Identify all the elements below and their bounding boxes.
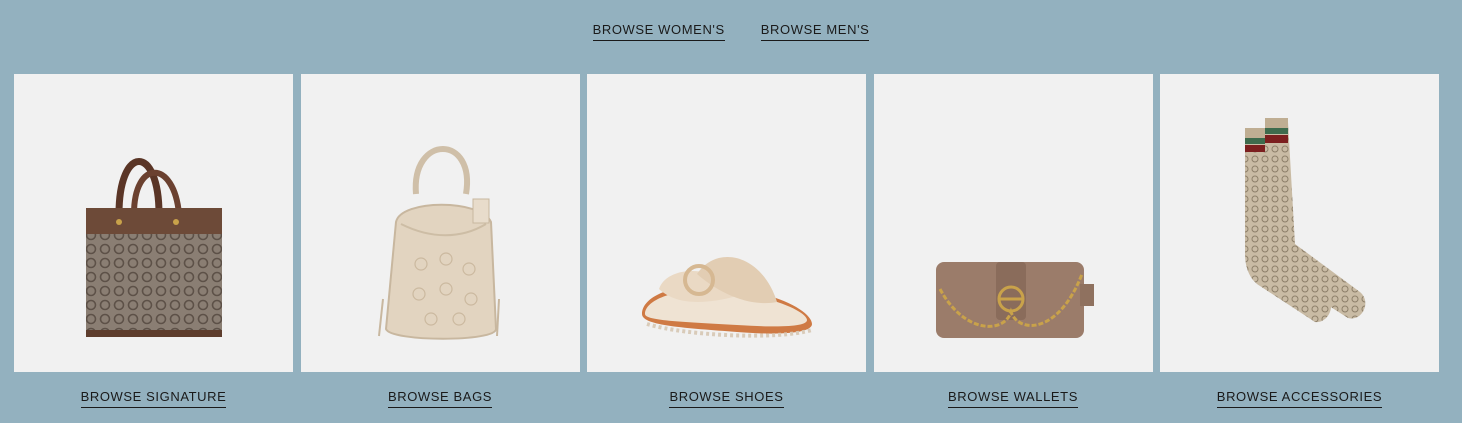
signature-tote-icon [86, 158, 222, 337]
browse-wallets-link[interactable]: BROWSE WALLETS [948, 389, 1078, 408]
browse-accessories-link[interactable]: BROWSE ACCESSORIES [1216, 389, 1383, 408]
category-image-accessories[interactable] [1160, 74, 1439, 372]
top-navigation: BROWSE WOMEN'S BROWSE MEN'S [0, 22, 1462, 41]
shearling-sandal-icon [642, 257, 813, 338]
category-card-accessories: BROWSE ACCESSORIES [1160, 74, 1439, 408]
chain-crossbody-icon [935, 262, 1094, 338]
category-image-signature[interactable] [14, 74, 293, 372]
category-card-bags: BROWSE BAGS [300, 74, 580, 408]
category-image-bags[interactable] [300, 74, 580, 372]
category-grid: BROWSE SIGNATURE BROWSE BAGS BROWSE SHOE… [14, 74, 1439, 408]
category-card-shoes: BROWSE SHOES [587, 74, 866, 408]
browse-bags-link[interactable]: BROWSE BAGS [387, 389, 493, 408]
category-card-wallets: BROWSE WALLETS [873, 74, 1153, 408]
bucket-bag-icon [377, 146, 500, 340]
browse-shoes-link[interactable]: BROWSE SHOES [669, 389, 784, 408]
browse-signature-link[interactable]: BROWSE SIGNATURE [80, 389, 227, 408]
category-image-shoes[interactable] [587, 74, 866, 372]
browse-mens-link[interactable]: BROWSE MEN'S [760, 22, 870, 41]
category-card-signature: BROWSE SIGNATURE [14, 74, 293, 408]
category-image-wallets[interactable] [873, 74, 1153, 372]
signature-socks-icon [1245, 118, 1366, 323]
browse-womens-link[interactable]: BROWSE WOMEN'S [592, 22, 725, 41]
